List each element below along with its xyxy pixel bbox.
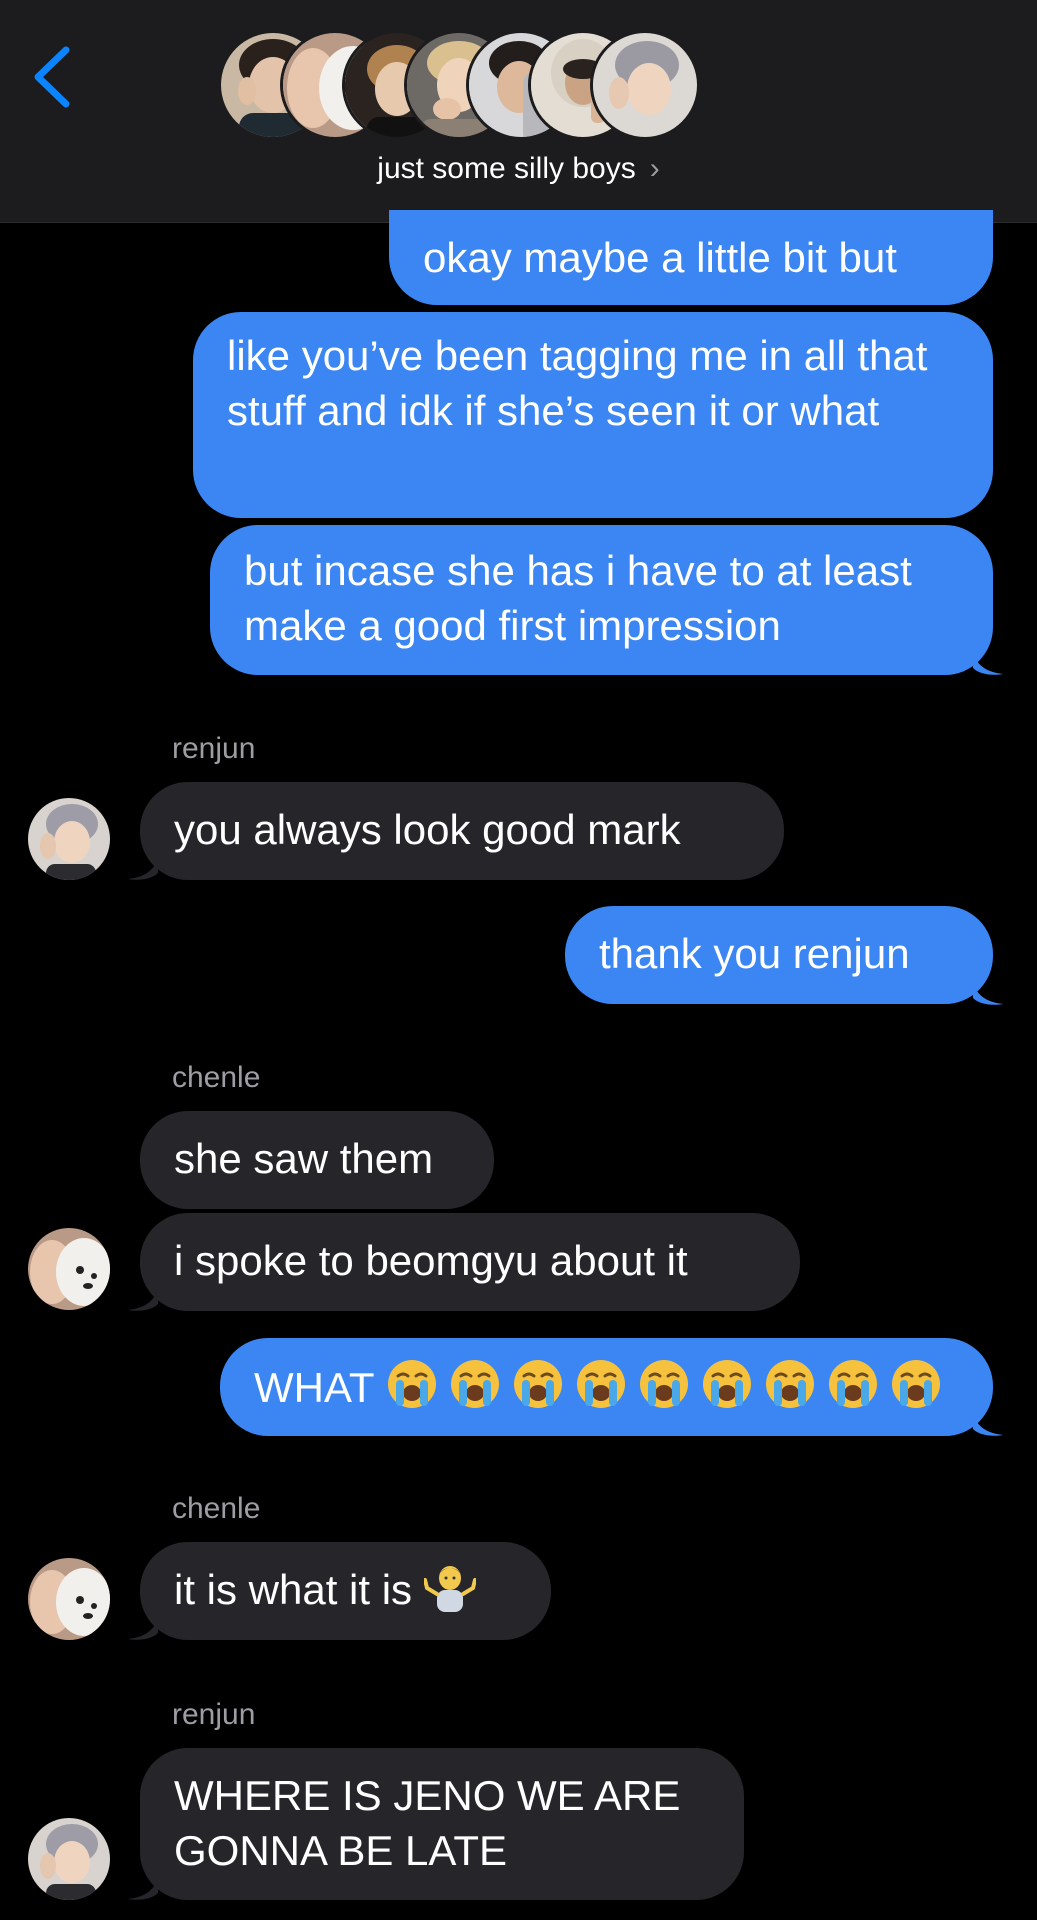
message-text: WHAT <box>254 1364 375 1411</box>
message-text: WHERE IS JENO WE ARE GONNA BE LATE <box>174 1772 681 1874</box>
outgoing-message[interactable]: but incase she has i have to at least ma… <box>210 525 993 675</box>
bubble-tail <box>128 1286 158 1311</box>
bubble-tail <box>973 980 1003 1005</box>
message-text: like you’ve been tagging me in all that … <box>227 332 928 434</box>
bubble-tail <box>973 1411 1003 1436</box>
loudly-crying-face-icon <box>450 1360 499 1408</box>
group-name-label: just some silly boys <box>377 152 636 185</box>
sender-avatar[interactable] <box>28 1818 110 1900</box>
loudly-crying-face-icon <box>387 1360 436 1408</box>
message-text: but incase she has i have to at least ma… <box>244 547 912 649</box>
message-text: she saw them <box>174 1135 434 1182</box>
incoming-message[interactable]: i spoke to beomgyu about it <box>140 1213 800 1311</box>
member-avatar[interactable] <box>590 30 700 140</box>
bubble-tail <box>128 1615 158 1640</box>
group-avatars[interactable] <box>218 30 818 142</box>
outgoing-message[interactable]: like you’ve been tagging me in all that … <box>193 312 993 518</box>
loudly-crying-face-icon <box>765 1360 814 1408</box>
conversation-header: just some silly boys › <box>0 0 1037 223</box>
back-button[interactable] <box>28 42 76 112</box>
loudly-crying-face-icon <box>702 1360 751 1408</box>
incoming-message[interactable]: it is what it is <box>140 1542 551 1640</box>
message-text: i spoke to beomgyu about it <box>174 1237 688 1284</box>
loudly-crying-face-icon <box>828 1360 877 1408</box>
sender-name: renjun <box>172 1698 256 1731</box>
incoming-message[interactable]: WHERE IS JENO WE ARE GONNA BE LATE <box>140 1748 744 1900</box>
loudly-crying-face-icon <box>513 1360 562 1408</box>
loudly-crying-face-icon <box>891 1360 940 1408</box>
outgoing-message[interactable]: thank you renjun <box>565 906 993 1004</box>
loudly-crying-face-icon <box>639 1360 688 1408</box>
outgoing-message[interactable]: okay maybe a little bit but <box>389 220 993 305</box>
loudly-crying-face-icon <box>576 1360 625 1408</box>
sender-name: chenle <box>172 1061 261 1094</box>
sender-avatar[interactable] <box>28 1228 110 1310</box>
message-text: you always look good mark <box>174 806 681 853</box>
incoming-message[interactable]: she saw them <box>140 1111 494 1209</box>
bubble-tail <box>128 855 158 880</box>
sender-avatar[interactable] <box>28 1558 110 1640</box>
incoming-message[interactable]: you always look good mark <box>140 782 784 880</box>
bubble-tail <box>128 1875 158 1900</box>
message-text: okay maybe a little bit but <box>423 234 897 281</box>
chevron-left-icon <box>34 46 70 108</box>
sender-avatar[interactable] <box>28 798 110 880</box>
sender-name: renjun <box>172 732 256 765</box>
message-text: thank you renjun <box>599 930 910 977</box>
group-name-link[interactable]: just some silly boys › <box>0 152 1037 186</box>
emoji-row <box>375 1360 942 1411</box>
sender-name: chenle <box>172 1492 261 1525</box>
chevron-right-icon: › <box>649 152 660 185</box>
message-text: it is what it is <box>174 1566 413 1613</box>
outgoing-message[interactable]: WHAT <box>220 1338 993 1436</box>
person-shrugging-icon <box>424 1566 477 1612</box>
